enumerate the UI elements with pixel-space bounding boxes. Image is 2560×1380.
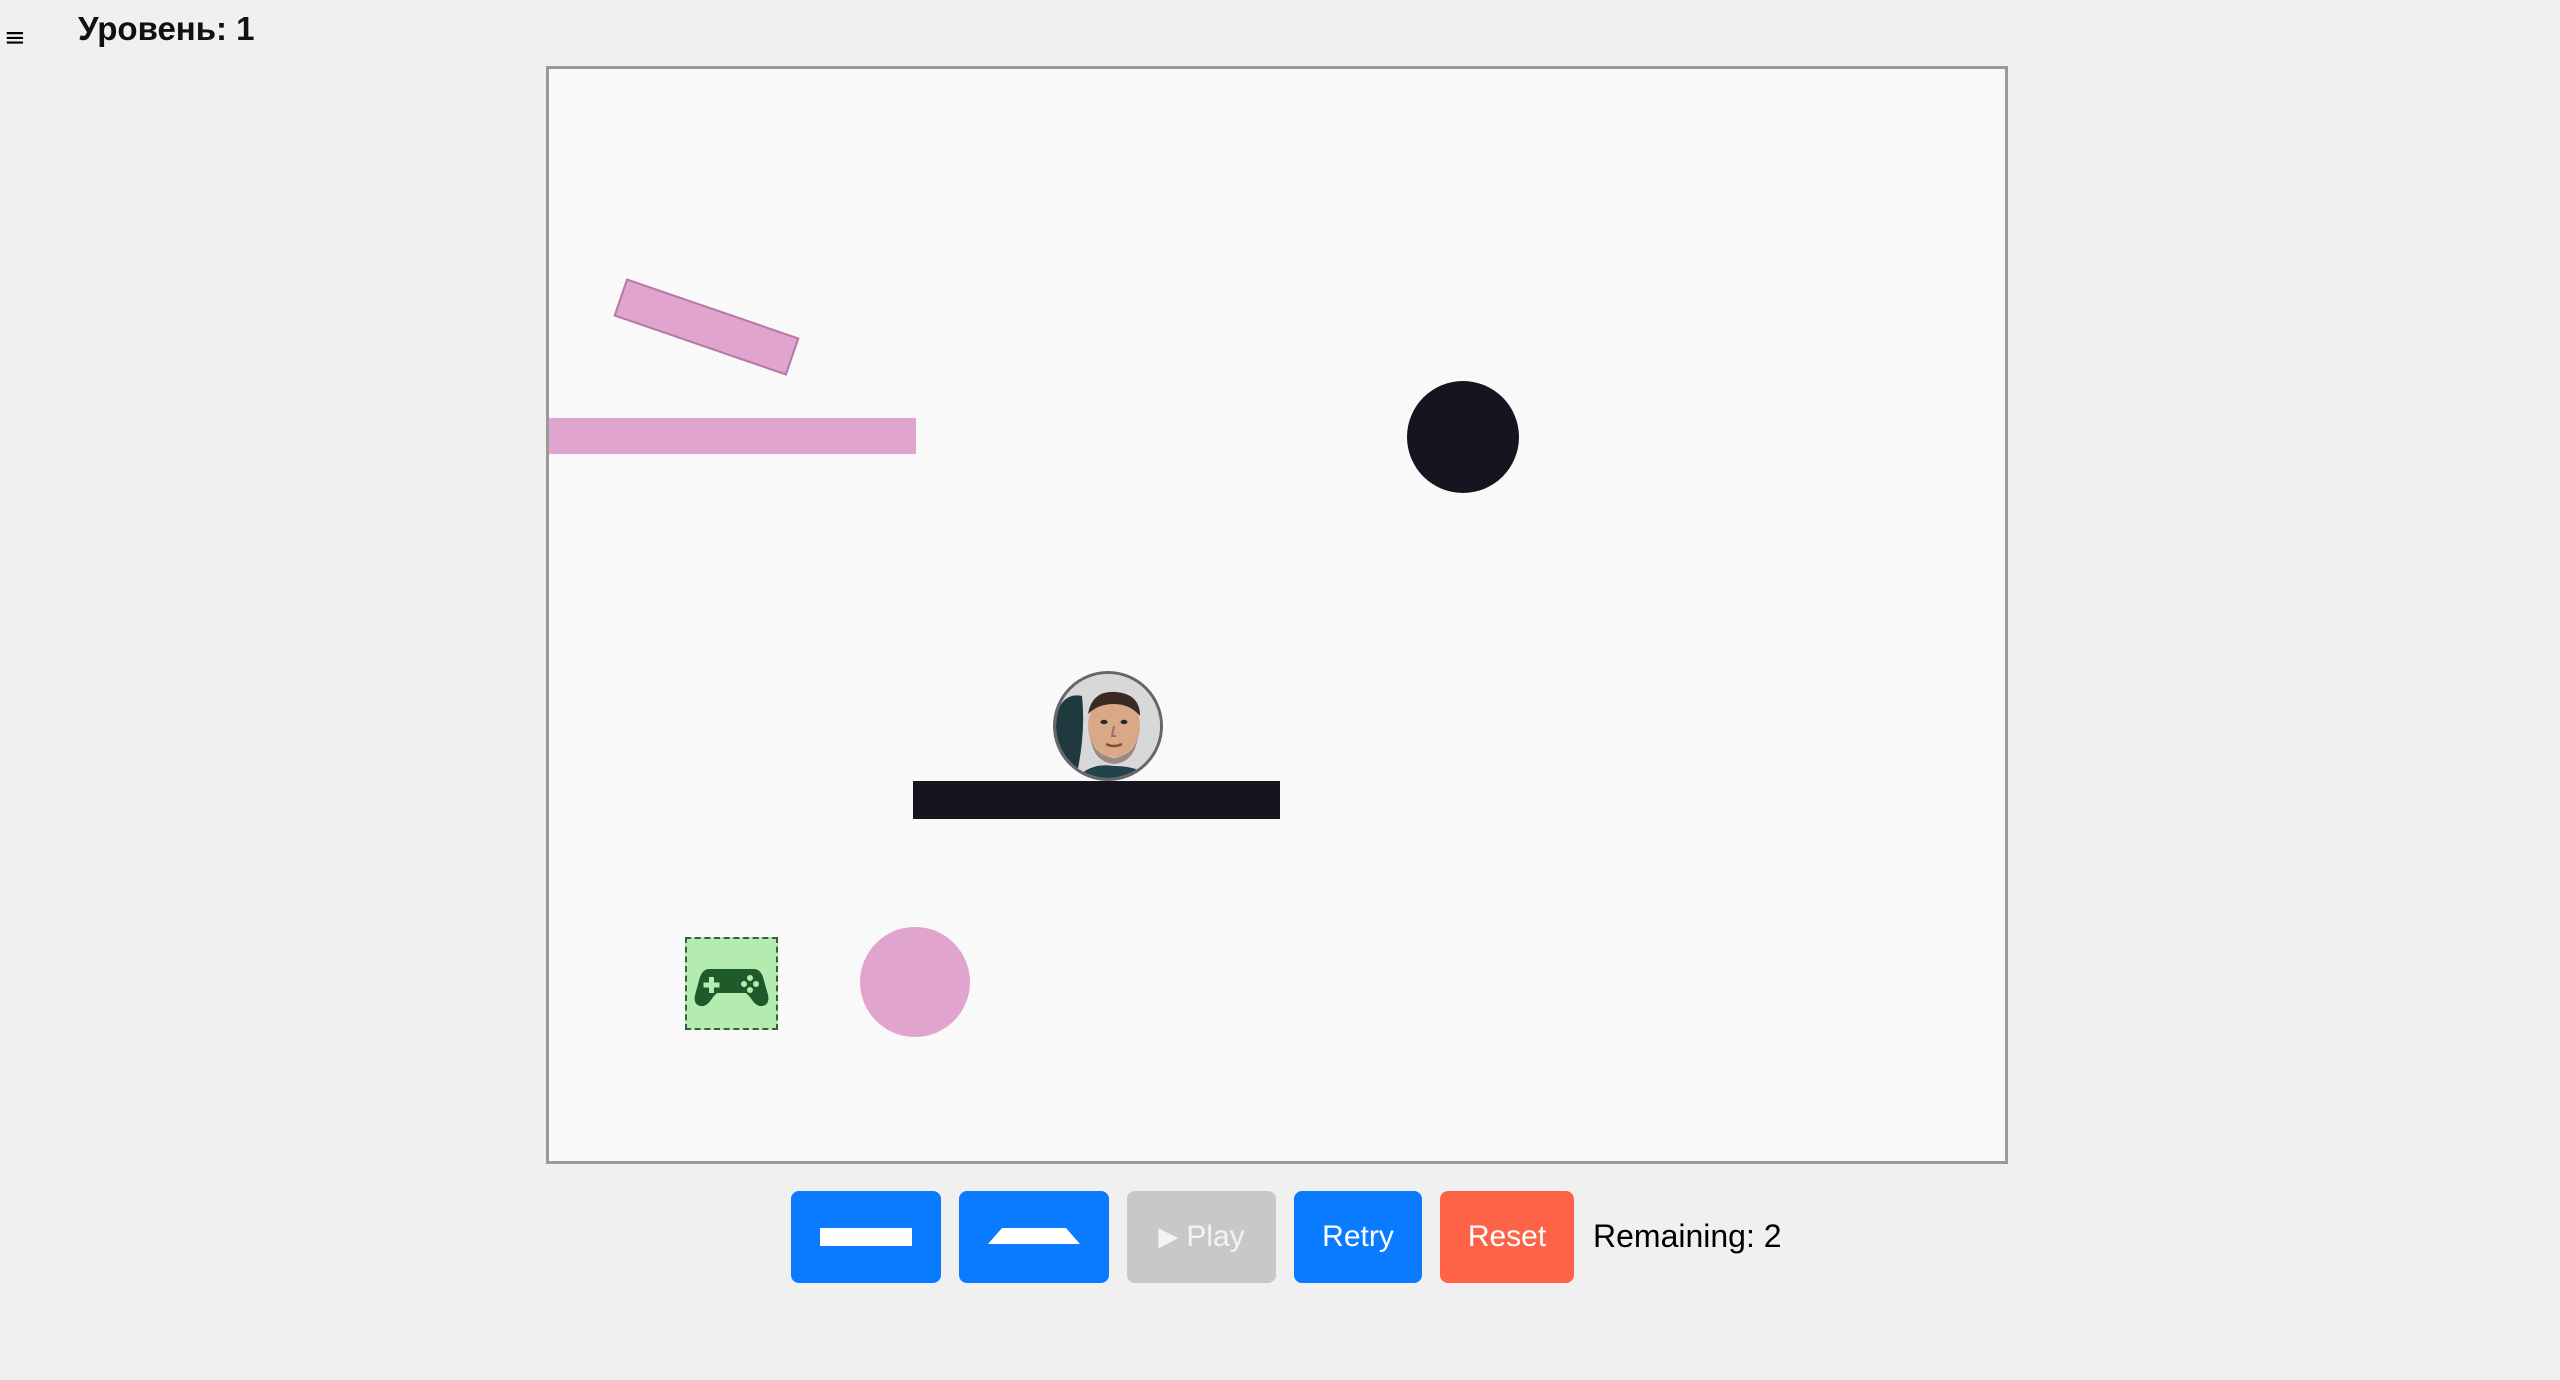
play-label: Play [1186,1220,1245,1253]
game-board[interactable] [546,66,2008,1164]
pink-ball [860,927,970,1037]
reset-button[interactable]: Reset [1440,1191,1574,1283]
remaining-counter: Remaining: 2 [1593,1218,1782,1254]
level-title: Уровень: 1 [78,10,255,47]
retry-button[interactable]: Retry [1294,1191,1422,1283]
pink-tilted-plank [613,278,800,376]
plank-tool-button[interactable] [791,1191,941,1283]
plank-icon [820,1228,912,1246]
pink-ledge [549,418,916,454]
dark-platform [913,781,1280,819]
reset-label: Reset [1467,1220,1547,1253]
target-zone [685,937,778,1030]
face-avatar [1056,674,1160,778]
ramp-icon [988,1228,1080,1244]
black-ball [1407,381,1519,493]
play-button[interactable]: ▶ Play [1127,1191,1276,1283]
gamepad-icon [694,969,769,1007]
ramp-tool-button[interactable] [959,1191,1109,1283]
retry-label: Retry [1322,1220,1394,1253]
hamburger-icon: ≡ [4,23,26,53]
menu-button[interactable]: ≡ [0,18,48,66]
play-icon: ▶ [1158,1222,1179,1252]
player-face-ball [1053,671,1163,781]
